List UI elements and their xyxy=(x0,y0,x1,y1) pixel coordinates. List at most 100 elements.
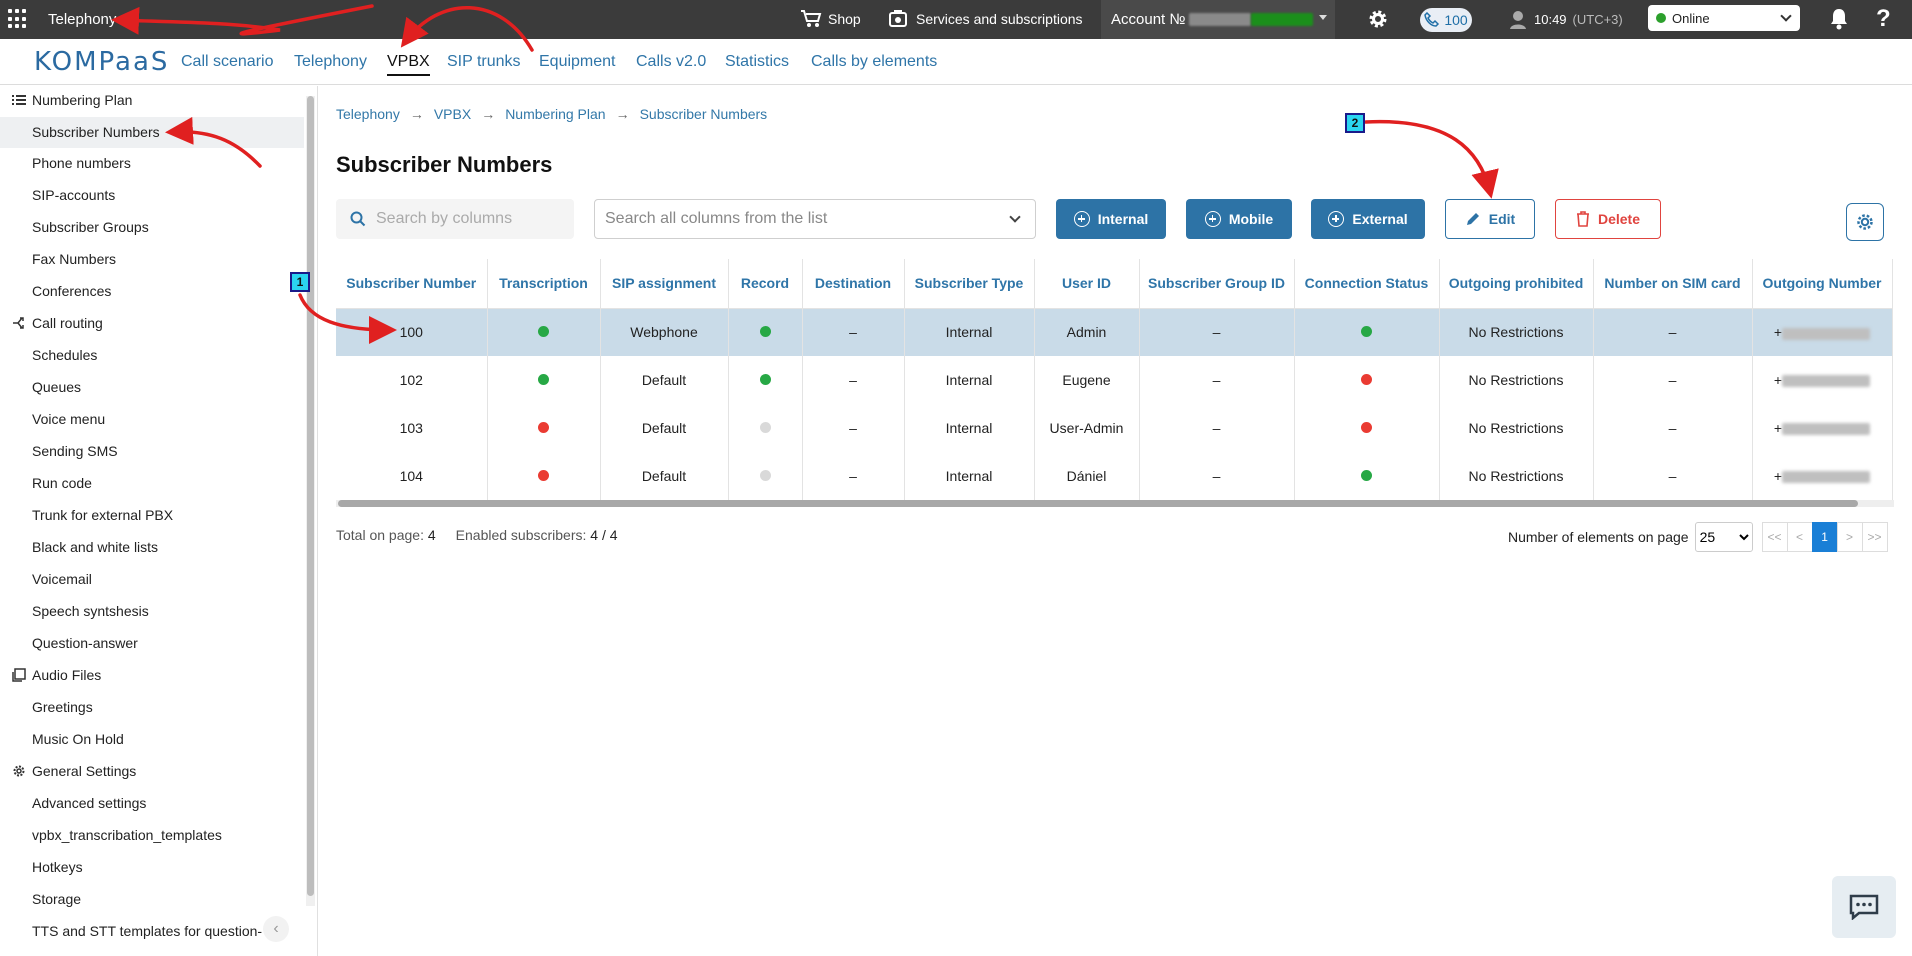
app-grid-icon[interactable] xyxy=(8,9,28,29)
breadcrumb-vpbx[interactable]: VPBX xyxy=(434,106,471,122)
add-mobile-button[interactable]: Mobile xyxy=(1186,199,1292,239)
sidebar-item-speech-synthesis[interactable]: Speech syntshesis xyxy=(32,603,149,619)
columns-search-select[interactable]: Search all columns from the list xyxy=(594,199,1036,239)
clock: 10:49 (UTC+3) xyxy=(1508,9,1623,29)
sidebar-item-conferences[interactable]: Conferences xyxy=(32,283,111,299)
sidebar-item-music-on-hold[interactable]: Music On Hold xyxy=(32,731,124,747)
account-selector[interactable]: Account № xyxy=(1101,0,1335,39)
sidebar-item-voicemail[interactable]: Voicemail xyxy=(32,571,92,587)
sidebar-item-storage[interactable]: Storage xyxy=(32,891,81,907)
nav-equipment[interactable]: Equipment xyxy=(539,53,616,71)
table-row[interactable]: 104 Default – Internal Dániel – No Restriction… xyxy=(336,452,1893,500)
table-horizontal-scrollbar[interactable] xyxy=(336,500,1894,507)
sidebar-item-question-answer[interactable]: Question-answer xyxy=(32,635,138,651)
column-header[interactable]: Outgoing Number xyxy=(1752,259,1893,309)
breadcrumb-telephony[interactable]: Telephony xyxy=(336,106,400,122)
table-cell xyxy=(728,308,803,356)
kompaas-logo[interactable]: KOMPaaS xyxy=(34,47,169,77)
page-first-button[interactable]: << xyxy=(1761,522,1788,552)
search-input[interactable] xyxy=(376,210,566,228)
nav-vpbx[interactable]: VPBX xyxy=(387,53,430,76)
column-header[interactable]: Subscriber Number xyxy=(336,259,488,309)
page-prev-button[interactable]: < xyxy=(1786,522,1813,552)
edit-button[interactable]: Edit xyxy=(1445,199,1535,239)
add-external-button[interactable]: External xyxy=(1311,199,1425,239)
add-internal-button[interactable]: Internal xyxy=(1056,199,1166,239)
sidebar-item-sip-accounts[interactable]: SIP-accounts xyxy=(32,187,115,203)
status-dropdown[interactable]: Online xyxy=(1648,5,1800,31)
sidebar-item-schedules[interactable]: Schedules xyxy=(32,347,97,363)
sidebar-item-advanced-settings[interactable]: Advanced settings xyxy=(32,795,146,811)
shop-link[interactable]: Shop xyxy=(800,9,861,29)
outgoing-number-prefix: + xyxy=(1773,324,1783,341)
column-header[interactable]: Subscriber Group ID xyxy=(1139,259,1295,309)
outgoing-prohibited: No Restrictions xyxy=(1468,420,1564,436)
table-settings-button[interactable] xyxy=(1846,203,1884,241)
sidebar-item-trunk-external-pbx[interactable]: Trunk for external PBX xyxy=(32,507,173,523)
enabled-subscribers: Enabled subscribers: 4 / 4 xyxy=(456,527,618,543)
phone-icon xyxy=(1424,12,1440,27)
nav-sip-trunks[interactable]: SIP trunks xyxy=(447,53,521,71)
sidebar-item-subscriber-numbers[interactable]: Subscriber Numbers xyxy=(0,117,304,148)
search-icon xyxy=(350,211,366,227)
subscriber-number: 103 xyxy=(399,420,423,436)
column-header[interactable]: User ID xyxy=(1034,259,1140,309)
sidebar-item-sending-sms[interactable]: Sending SMS xyxy=(32,443,118,459)
sidebar-item-phone-numbers[interactable]: Phone numbers xyxy=(32,155,131,171)
nav-calls-v2[interactable]: Calls v2.0 xyxy=(636,53,706,71)
active-calls-badge[interactable]: 100 xyxy=(1420,8,1472,32)
table-cell: – xyxy=(1593,404,1753,452)
column-header[interactable]: Subscriber Type xyxy=(904,259,1035,309)
help-icon[interactable]: ? xyxy=(1876,5,1891,33)
table-cell: Webphone xyxy=(600,308,729,356)
breadcrumb-numbering-plan[interactable]: Numbering Plan xyxy=(505,106,605,122)
sidebar-item-greetings[interactable]: Greetings xyxy=(32,699,93,715)
section-audio-files[interactable]: Audio Files xyxy=(12,667,101,683)
sidebar-item-transcribation-templates[interactable]: vpbx_transcribation_templates xyxy=(32,827,222,843)
sidebar-item-tts-stt-templates[interactable]: TTS and STT templates for question- xyxy=(32,923,262,939)
chat-support-button[interactable] xyxy=(1832,876,1896,938)
sidebar-item-subscriber-groups[interactable]: Subscriber Groups xyxy=(32,219,149,235)
page-last-button[interactable]: >> xyxy=(1861,522,1888,552)
page-1-button[interactable]: 1 xyxy=(1811,522,1838,552)
column-header[interactable]: Number on SIM card xyxy=(1593,259,1753,309)
section-label: Numbering Plan xyxy=(32,92,133,108)
column-header[interactable]: SIP assignment xyxy=(600,259,729,309)
collapse-sidebar-icon[interactable]: ‹ xyxy=(263,916,289,942)
sidebar-scrollbar[interactable] xyxy=(306,96,315,906)
column-header[interactable]: Destination xyxy=(802,259,905,309)
sidebar-item-black-white-lists[interactable]: Black and white lists xyxy=(32,539,158,555)
column-header[interactable]: Connection Status xyxy=(1294,259,1440,309)
record-status-dot-icon xyxy=(759,470,771,481)
settings-gear-icon[interactable] xyxy=(1366,7,1390,31)
table-row[interactable]: 103 Default – Internal User-Admin – No Restric… xyxy=(336,404,1893,452)
nav-call-scenario[interactable]: Call scenario xyxy=(181,53,273,71)
column-header[interactable]: Record xyxy=(728,259,803,309)
table-row[interactable]: 102 Default – Internal Eugene – No Restriction… xyxy=(336,356,1893,404)
nav-telephony[interactable]: Telephony xyxy=(294,53,367,71)
nav-statistics[interactable]: Statistics xyxy=(725,53,789,71)
column-header[interactable]: Outgoing prohibited xyxy=(1439,259,1594,309)
page-next-button[interactable]: > xyxy=(1836,522,1863,552)
bell-icon[interactable] xyxy=(1829,8,1849,30)
search-box[interactable] xyxy=(336,199,574,239)
nav-calls-by-elements[interactable]: Calls by elements xyxy=(811,53,937,71)
delete-button[interactable]: Delete xyxy=(1555,199,1661,239)
table-row[interactable]: 100 Webphone – Internal Admin – No Restriction… xyxy=(336,308,1893,356)
sidebar-item-queues[interactable]: Queues xyxy=(32,379,81,395)
section-numbering-plan[interactable]: Numbering Plan xyxy=(12,92,132,108)
services-link[interactable]: Services and subscriptions xyxy=(888,9,1083,29)
sidebar-item-fax-numbers[interactable]: Fax Numbers xyxy=(32,251,116,267)
section-call-routing[interactable]: Call routing xyxy=(12,315,103,331)
online-dot-icon xyxy=(1656,13,1666,23)
app-title[interactable]: Telephony xyxy=(48,11,116,28)
sidebar-item-voice-menu[interactable]: Voice menu xyxy=(32,411,105,427)
per-page-select[interactable]: 25 xyxy=(1694,522,1753,552)
section-general-settings[interactable]: General Settings xyxy=(12,763,136,779)
sidebar-item-hotkeys[interactable]: Hotkeys xyxy=(32,859,83,875)
user-avatar-icon[interactable] xyxy=(1508,9,1528,29)
table-cell: No Restrictions xyxy=(1439,452,1594,500)
column-header[interactable]: Transcription xyxy=(487,259,601,309)
sidebar-item-run-code[interactable]: Run code xyxy=(32,475,92,491)
sidebar: Numbering Plan Subscriber Numbers Phone … xyxy=(0,86,318,956)
